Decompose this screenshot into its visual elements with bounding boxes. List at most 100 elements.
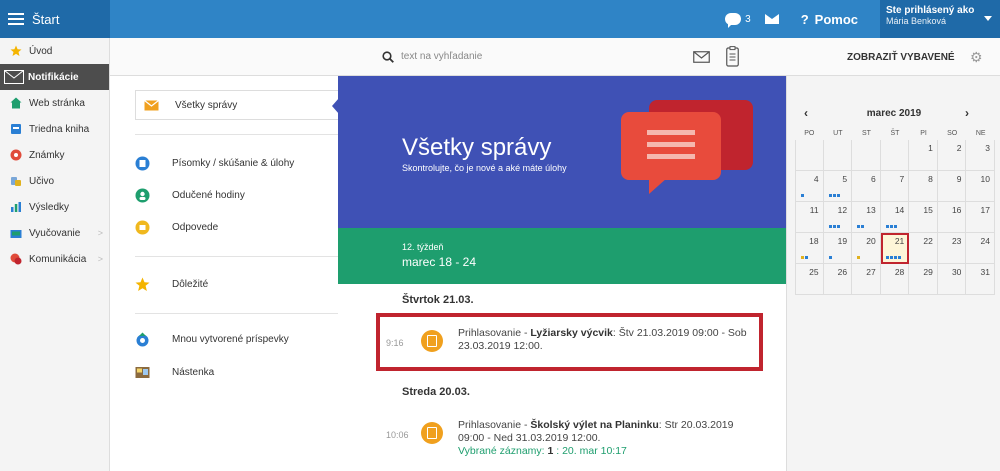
week-number: 12. týždeň <box>402 242 444 252</box>
calendar-day-number: 7 <box>899 174 905 184</box>
bar-chart-icon <box>11 202 21 212</box>
start-menu-button[interactable]: Štart <box>0 0 110 38</box>
envelope-outline-icon[interactable] <box>693 51 710 63</box>
calendar-day-number: 31 <box>980 267 990 277</box>
week-banner: 12. týždeň marec 18 - 24 <box>338 228 786 284</box>
clipboard-check-icon <box>421 422 443 444</box>
sidebar-item-notifikacie[interactable]: Notifikácie <box>0 64 109 90</box>
calendar-day[interactable]: 2 <box>937 140 967 171</box>
calendar-day[interactable]: 28 <box>880 264 910 295</box>
show-completed-button[interactable]: ZOBRAZIŤ VYBAVENÉ <box>847 52 955 63</box>
folder-lessons[interactable]: Odučené hodiny <box>135 180 338 210</box>
sidebar-item-znamky[interactable]: Známky <box>0 142 109 168</box>
folder-all-messages[interactable]: Všetky správy <box>135 90 339 120</box>
gear-icon[interactable]: ⚙ <box>970 49 983 66</box>
created-posts-icon <box>136 332 149 346</box>
calendar-day-number: 18 <box>809 236 819 246</box>
folder-created[interactable]: Mnou vytvorené príspevky <box>135 324 338 354</box>
folder-important[interactable]: Dôležité <box>135 269 338 299</box>
calendar-day-number: 9 <box>956 174 962 184</box>
sidebar-item-label: Triedna kniha <box>29 123 90 135</box>
calendar-week: 1 2 3 <box>795 140 995 171</box>
sidebar-item-web[interactable]: Web stránka <box>0 90 109 116</box>
search-icon[interactable] <box>382 51 394 63</box>
calendar-day[interactable]: 8 <box>909 171 938 202</box>
calendar-day[interactable]: 19 <box>823 233 853 264</box>
calendar-day[interactable]: 10 <box>966 171 995 202</box>
calendar: ‹ marec 2019 › PO UT ST ŠT PI SO NE 1234567891… <box>786 76 1000 471</box>
calendar-day[interactable]: 1 <box>909 140 938 171</box>
calendar-day[interactable]: 12 <box>823 202 853 233</box>
calendar-day[interactable]: 5 <box>823 171 853 202</box>
sidebar-item-komunikacia[interactable]: Komunikácia > <box>0 246 109 272</box>
calendar-day[interactable]: 18 <box>795 233 824 264</box>
calendar-day[interactable]: 29 <box>909 264 938 295</box>
folder-board[interactable]: Nástenka <box>135 357 338 387</box>
calendar-day-number: 29 <box>923 267 933 277</box>
sidebar: Úvod Notifikácie Web stránka Triedna kni… <box>0 38 110 471</box>
calendar-day[interactable]: 24 <box>966 233 995 264</box>
selected-records: Vybrané záznamy: 1 : 20. mar 10:17 <box>458 445 627 457</box>
folder-label: Nástenka <box>172 366 215 378</box>
calendar-day[interactable]: 30 <box>937 264 967 295</box>
calendar-day[interactable]: 17 <box>966 202 995 233</box>
calendar-day[interactable]: 16 <box>937 202 967 233</box>
folder-label: Písomky / skúšanie & úlohy <box>172 157 295 169</box>
grades-icon <box>10 149 22 161</box>
calendar-next-button[interactable]: › <box>965 106 969 120</box>
calendar-day[interactable]: 4 <box>795 171 824 202</box>
calendar-day-number: 6 <box>870 174 876 184</box>
calendar-day[interactable]: 25 <box>795 264 824 295</box>
top-bar: Štart 3 ? Pomoc Ste prihlásený ako Mária … <box>0 0 1000 38</box>
search-input[interactable]: text na vyhľadanie <box>401 51 482 62</box>
answers-icon <box>135 220 150 234</box>
calendar-day[interactable]: 15 <box>909 202 938 233</box>
mail-icon[interactable] <box>764 14 779 24</box>
calendar-day[interactable]: 9 <box>937 171 967 202</box>
calendar-day[interactable]: 22 <box>909 233 938 264</box>
event-markers <box>885 225 897 228</box>
home-icon <box>10 97 22 109</box>
sidebar-item-uvod[interactable]: Úvod <box>0 38 109 64</box>
user-label: Ste prihlásený ako <box>886 5 975 16</box>
folder-tests[interactable]: Písomky / skúšanie & úlohy <box>135 148 338 178</box>
help-button[interactable]: ? Pomoc <box>801 12 858 27</box>
event-markers <box>828 256 832 259</box>
sidebar-item-label: Komunikácia <box>29 253 87 265</box>
envelope-icon <box>4 70 24 84</box>
calendar-day[interactable]: 26 <box>823 264 853 295</box>
calendar-day <box>880 140 910 171</box>
sidebar-item-label: Notifikácie <box>28 71 79 83</box>
calendar-week: 11 12 13 14 15 16 17 <box>795 202 995 233</box>
calendar-day[interactable]: 13 <box>852 202 881 233</box>
calendar-day[interactable]: 27 <box>852 264 881 295</box>
calendar-day[interactable]: 14 <box>880 202 910 233</box>
calendar-day[interactable]: 6 <box>852 171 881 202</box>
sidebar-item-ucivo[interactable]: Učivo <box>0 168 109 194</box>
calendar-day-number: 16 <box>951 205 962 215</box>
folder-label: Dôležité <box>172 278 209 290</box>
calendar-day[interactable]: 7 <box>880 171 910 202</box>
sidebar-item-label: Známky <box>29 149 65 161</box>
event-markers <box>801 256 808 259</box>
chevron-right-icon: > <box>97 254 103 264</box>
calendar-day[interactable]: 23 <box>937 233 967 264</box>
tests-icon <box>135 156 150 170</box>
folder-label: Všetky správy <box>175 99 238 111</box>
message-subject: Školský výlet na Planinku <box>530 419 659 431</box>
calendar-day[interactable]: 20 <box>852 233 881 264</box>
user-menu[interactable]: Ste prihlásený ako Mária Benková <box>880 0 1000 38</box>
folder-answers[interactable]: Odpovede <box>135 212 338 242</box>
page-title: Všetky správy <box>402 134 552 161</box>
calendar-day[interactable]: 11 <box>795 202 824 233</box>
calendar-day-number: 4 <box>813 174 819 184</box>
calendar-day[interactable]: 21 <box>880 233 910 264</box>
sidebar-item-triedna-kniha[interactable]: Triedna kniha <box>0 116 109 142</box>
sidebar-item-vyucovanie[interactable]: Vyučovanie > <box>0 220 109 246</box>
clipboard-icon[interactable] <box>726 46 739 67</box>
calendar-day[interactable]: 31 <box>966 264 995 295</box>
chat-button[interactable]: 3 <box>725 13 751 28</box>
calendar-day[interactable]: 3 <box>966 140 995 171</box>
sidebar-item-vysledky[interactable]: Výsledky <box>0 194 109 220</box>
message-item[interactable]: 10:06 Prihlasovanie - Školský výlet na P… <box>376 412 764 468</box>
